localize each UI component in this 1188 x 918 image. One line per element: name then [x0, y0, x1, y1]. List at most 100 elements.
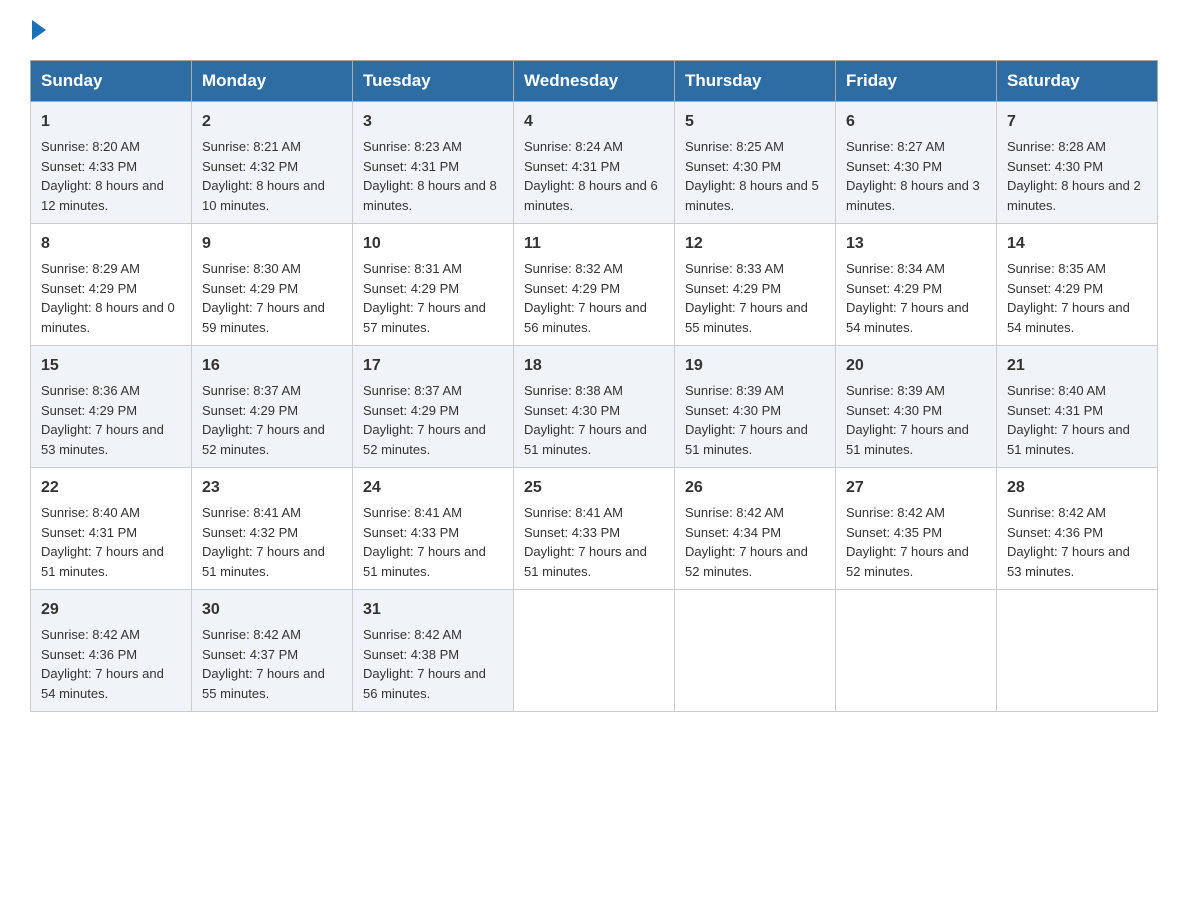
- sunset-text: Sunset: 4:29 PM: [41, 401, 181, 421]
- day-number: 12: [685, 232, 825, 256]
- sunrise-text: Sunrise: 8:42 AM: [846, 503, 986, 523]
- daylight-text: Daylight: 7 hours and 51 minutes.: [846, 420, 986, 459]
- calendar-cell: 11 Sunrise: 8:32 AMSunset: 4:29 PMDayligh…: [514, 224, 675, 346]
- calendar-header-row: SundayMondayTuesdayWednesdayThursdayFrid…: [31, 61, 1158, 102]
- sunset-text: Sunset: 4:29 PM: [41, 279, 181, 299]
- day-number: 14: [1007, 232, 1147, 256]
- header-saturday: Saturday: [997, 61, 1158, 102]
- sunrise-text: Sunrise: 8:21 AM: [202, 137, 342, 157]
- week-row-3: 15Sunrise: 8:36 AMSunset: 4:29 PMDayligh…: [31, 346, 1158, 468]
- day-number: 29: [41, 598, 181, 622]
- day-number: 3: [363, 110, 503, 134]
- daylight-text: Daylight: 8 hours and 3 minutes.: [846, 176, 986, 215]
- daylight-text: Daylight: 7 hours and 54 minutes.: [846, 298, 986, 337]
- sunrise-text: Sunrise: 8:28 AM: [1007, 137, 1147, 157]
- day-number: 8: [41, 232, 181, 256]
- day-number: 15: [41, 354, 181, 378]
- sunset-text: Sunset: 4:29 PM: [202, 401, 342, 421]
- day-number: 1: [41, 110, 181, 134]
- week-row-5: 29Sunrise: 8:42 AMSunset: 4:36 PMDayligh…: [31, 590, 1158, 712]
- sunset-text: Sunset: 4:30 PM: [846, 401, 986, 421]
- daylight-text: Daylight: 8 hours and 5 minutes.: [685, 176, 825, 215]
- page-header: [30, 20, 1158, 40]
- sunrise-text: Sunrise: 8:36 AM: [41, 381, 181, 401]
- daylight-text: Daylight: 7 hours and 55 minutes.: [202, 664, 342, 703]
- day-number: 21: [1007, 354, 1147, 378]
- sunrise-text: Sunrise: 8:23 AM: [363, 137, 503, 157]
- week-row-4: 22Sunrise: 8:40 AMSunset: 4:31 PMDayligh…: [31, 468, 1158, 590]
- calendar-cell: 17Sunrise: 8:37 AMSunset: 4:29 PMDayligh…: [353, 346, 514, 468]
- calendar-cell: 14Sunrise: 8:35 AMSunset: 4:29 PMDayligh…: [997, 224, 1158, 346]
- sunrise-text: Sunrise: 8:42 AM: [363, 625, 503, 645]
- daylight-text: Daylight: 7 hours and 59 minutes.: [202, 298, 342, 337]
- sunset-text: Sunset: 4:30 PM: [524, 401, 664, 421]
- day-number: 25: [524, 476, 664, 500]
- sunset-text: Sunset: 4:37 PM: [202, 645, 342, 665]
- calendar-cell: 2Sunrise: 8:21 AMSunset: 4:32 PMDaylight…: [192, 102, 353, 224]
- calendar-cell: 26Sunrise: 8:42 AMSunset: 4:34 PMDayligh…: [675, 468, 836, 590]
- sunset-text: Sunset: 4:31 PM: [41, 523, 181, 543]
- day-number: 23: [202, 476, 342, 500]
- sunset-text: Sunset: 4:31 PM: [1007, 401, 1147, 421]
- day-number: 24: [363, 476, 503, 500]
- sunrise-text: Sunrise: 8:27 AM: [846, 137, 986, 157]
- header-friday: Friday: [836, 61, 997, 102]
- sunrise-text: Sunrise: 8:41 AM: [524, 503, 664, 523]
- calendar-cell: 27Sunrise: 8:42 AMSunset: 4:35 PMDayligh…: [836, 468, 997, 590]
- daylight-text: Daylight: 7 hours and 56 minutes.: [363, 664, 503, 703]
- daylight-text: Daylight: 7 hours and 57 minutes.: [363, 298, 503, 337]
- daylight-text: Daylight: 7 hours and 51 minutes.: [524, 420, 664, 459]
- daylight-text: Daylight: 7 hours and 52 minutes.: [363, 420, 503, 459]
- daylight-text: Daylight: 8 hours and 0 minutes.: [41, 298, 181, 337]
- sunrise-text: Sunrise: 8:25 AM: [685, 137, 825, 157]
- sunrise-text: Sunrise: 8:39 AM: [846, 381, 986, 401]
- daylight-text: Daylight: 7 hours and 51 minutes.: [202, 542, 342, 581]
- day-number: 11: [524, 232, 664, 256]
- week-row-2: 8Sunrise: 8:29 AMSunset: 4:29 PMDaylight…: [31, 224, 1158, 346]
- day-number: 22: [41, 476, 181, 500]
- logo-triangle-icon: [32, 20, 46, 40]
- sunset-text: Sunset: 4:29 PM: [524, 279, 664, 299]
- sunset-text: Sunset: 4:33 PM: [41, 157, 181, 177]
- sunset-text: Sunset: 4:36 PM: [1007, 523, 1147, 543]
- calendar-cell: [997, 590, 1158, 712]
- header-tuesday: Tuesday: [353, 61, 514, 102]
- week-row-1: 1Sunrise: 8:20 AMSunset: 4:33 PMDaylight…: [31, 102, 1158, 224]
- sunset-text: Sunset: 4:30 PM: [1007, 157, 1147, 177]
- sunrise-text: Sunrise: 8:38 AM: [524, 381, 664, 401]
- day-number: 28: [1007, 476, 1147, 500]
- daylight-text: Daylight: 7 hours and 52 minutes.: [846, 542, 986, 581]
- sunset-text: Sunset: 4:29 PM: [846, 279, 986, 299]
- sunrise-text: Sunrise: 8:37 AM: [363, 381, 503, 401]
- calendar-cell: 12Sunrise: 8:33 AMSunset: 4:29 PMDayligh…: [675, 224, 836, 346]
- calendar-cell: 29Sunrise: 8:42 AMSunset: 4:36 PMDayligh…: [31, 590, 192, 712]
- sunrise-text: Sunrise: 8:42 AM: [685, 503, 825, 523]
- calendar-cell: 18Sunrise: 8:38 AMSunset: 4:30 PMDayligh…: [514, 346, 675, 468]
- sunset-text: Sunset: 4:30 PM: [685, 401, 825, 421]
- sunset-text: Sunset: 4:29 PM: [202, 279, 342, 299]
- calendar-cell: 25Sunrise: 8:41 AMSunset: 4:33 PMDayligh…: [514, 468, 675, 590]
- sunset-text: Sunset: 4:32 PM: [202, 157, 342, 177]
- daylight-text: Daylight: 7 hours and 51 minutes.: [41, 542, 181, 581]
- sunrise-text: Sunrise: 8:30 AM: [202, 259, 342, 279]
- calendar-cell: 20Sunrise: 8:39 AMSunset: 4:30 PMDayligh…: [836, 346, 997, 468]
- calendar-cell: 30Sunrise: 8:42 AMSunset: 4:37 PMDayligh…: [192, 590, 353, 712]
- calendar-cell: 3Sunrise: 8:23 AMSunset: 4:31 PMDaylight…: [353, 102, 514, 224]
- daylight-text: Daylight: 7 hours and 51 minutes.: [363, 542, 503, 581]
- day-number: 10: [363, 232, 503, 256]
- sunrise-text: Sunrise: 8:42 AM: [1007, 503, 1147, 523]
- calendar-cell: 6Sunrise: 8:27 AMSunset: 4:30 PMDaylight…: [836, 102, 997, 224]
- sunrise-text: Sunrise: 8:31 AM: [363, 259, 503, 279]
- day-number: 4: [524, 110, 664, 134]
- sunset-text: Sunset: 4:34 PM: [685, 523, 825, 543]
- sunset-text: Sunset: 4:31 PM: [524, 157, 664, 177]
- calendar-cell: 7Sunrise: 8:28 AMSunset: 4:30 PMDaylight…: [997, 102, 1158, 224]
- calendar-cell: 9Sunrise: 8:30 AMSunset: 4:29 PMDaylight…: [192, 224, 353, 346]
- daylight-text: Daylight: 7 hours and 56 minutes.: [524, 298, 664, 337]
- calendar-body: 1Sunrise: 8:20 AMSunset: 4:33 PMDaylight…: [31, 102, 1158, 712]
- sunrise-text: Sunrise: 8:32 AM: [524, 259, 664, 279]
- calendar-table: SundayMondayTuesdayWednesdayThursdayFrid…: [30, 60, 1158, 712]
- day-number: 27: [846, 476, 986, 500]
- sunrise-text: Sunrise: 8:34 AM: [846, 259, 986, 279]
- header-wednesday: Wednesday: [514, 61, 675, 102]
